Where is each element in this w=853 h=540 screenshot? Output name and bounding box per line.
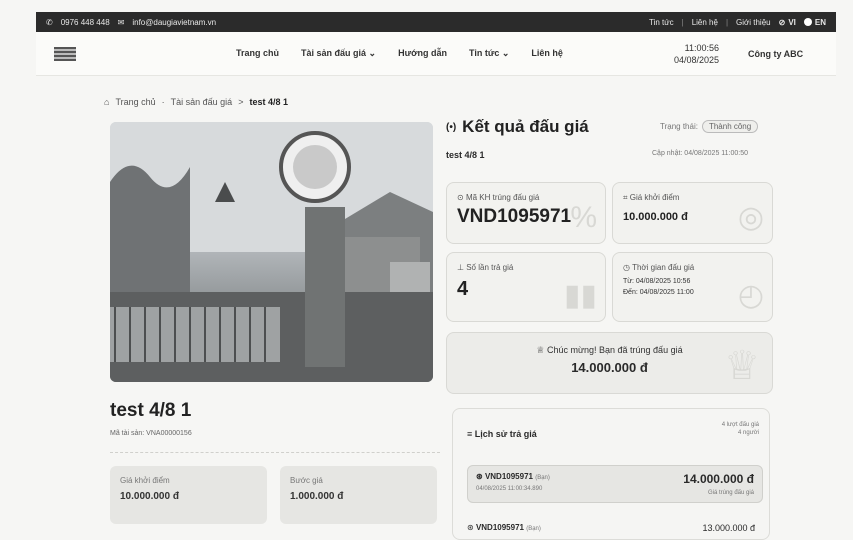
divider: [110, 452, 440, 453]
email-link[interactable]: info@daugiavietnam.vn: [132, 18, 216, 27]
divider: |: [725, 17, 729, 27]
bid-history-meta: 4 lượt đấu giá 4 người: [721, 422, 759, 436]
step-price-value: 1.000.000 đ: [290, 491, 344, 502]
home-icon: ⌂: [104, 97, 110, 107]
result-subtitle: test 4/8 1: [446, 150, 485, 160]
menu-guide[interactable]: Hướng dẫn: [398, 48, 447, 59]
start-price-result-card: ⌗ Giá khởi điểm 10.000.000 đ ◎: [612, 182, 773, 244]
bid-count-card: ⊥ Số lần trả giá 4 ▮▮: [446, 252, 606, 322]
menu-contact[interactable]: Liên hệ: [531, 48, 563, 59]
breadcrumb-home[interactable]: Trang chủ: [115, 97, 155, 107]
lang-en-button[interactable]: EN: [803, 18, 826, 27]
asset-code: Mã tài sản: VNA00000156: [110, 430, 192, 437]
bid-amount: 14.000.000 đ: [683, 472, 754, 486]
asset-title: test 4/8 1: [110, 400, 192, 421]
start-price-value: 10.000.000 đ: [120, 491, 179, 502]
menu-news[interactable]: Tin tức ⌄: [469, 48, 509, 59]
globe-icon: ⊘: [778, 17, 786, 27]
toplink-news[interactable]: Tin tức: [649, 18, 674, 27]
divider: |: [681, 17, 684, 27]
result-updated: Cập nhật: 04/08/2025 11:00:50: [652, 150, 749, 157]
coins-icon: ◎: [737, 201, 764, 234]
id-icon: ⊙: [457, 193, 466, 202]
user-icon: ⊛: [467, 523, 476, 532]
flag-icon: [803, 18, 812, 26]
broadcast-icon: (•): [446, 121, 457, 133]
winner-code-card: ⊙ Mã KH trúng đấu giá VND1095971 %: [446, 182, 606, 244]
step-price-label: Bước giá: [290, 476, 323, 485]
lang-vi-button[interactable]: ⊘ VI: [779, 18, 796, 27]
bid-history-panel: ≡ Lịch sử trả giá 4 lượt đấu giá 4 người…: [452, 408, 770, 540]
tag-icon: ⌗: [623, 193, 630, 202]
top-info-bar: ✆ 0976 448 448 ✉ info@daugiavietnam.vn T…: [36, 12, 836, 32]
start-price-label: Giá khởi điểm: [120, 476, 170, 485]
bar-chart-icon: ▮▮: [563, 279, 597, 312]
breadcrumb-assets[interactable]: Tài sản đấu giá: [171, 97, 233, 107]
breadcrumb-separator: >: [238, 97, 244, 107]
breadcrumb-current: test 4/8 1: [249, 97, 288, 107]
status-badge: Thành công: [701, 120, 759, 133]
server-clock: 11:00:56 04/08/2025: [674, 42, 720, 65]
percent-icon: %: [570, 201, 597, 234]
phone-icon: ✆: [46, 17, 53, 27]
clock-icon: ◷: [623, 263, 633, 272]
main-menu: Trang chủ Tài sản đấu giá ⌄ Hướng dẫn Ti…: [236, 48, 563, 59]
breadcrumb: ⌂ Trang chủ · Tài sản đấu giá > test 4/8…: [104, 97, 288, 107]
menu-assets[interactable]: Tài sản đấu giá ⌄: [301, 48, 376, 59]
bid-note: Giá trúng đấu giá: [707, 490, 754, 496]
account-company[interactable]: Công ty ABC: [748, 49, 803, 59]
stopwatch-icon: ◴: [737, 279, 764, 312]
main-navbar: Trang chủ Tài sản đấu giá ⌄ Hướng dẫn Ti…: [36, 32, 836, 76]
hammer-icon: ⊥: [457, 263, 467, 272]
bid-amount: 13.000.000 đ: [702, 523, 755, 533]
step-price-card: Bước giá 1.000.000 đ: [280, 466, 437, 524]
asset-photo[interactable]: [110, 122, 433, 382]
user-icon: ⊛: [476, 472, 485, 481]
site-logo[interactable]: [54, 46, 76, 61]
bid-row: ⊛ VND1095971 (Bạn) 13.000.000 đ: [467, 523, 755, 533]
list-icon: ≡: [467, 429, 475, 439]
toplink-about[interactable]: Giới thiệu: [736, 18, 771, 27]
breadcrumb-separator: ·: [161, 97, 165, 107]
start-price-card: Giá khởi điểm 10.000.000 đ: [110, 466, 267, 524]
bid-row: ⊛ VND1095971 (Bạn) 04/08/2025 11:00:34.8…: [467, 465, 763, 503]
email-icon: ✉: [117, 17, 125, 27]
result-heading: (•) Kết quả đấu giá: [446, 117, 589, 136]
menu-home[interactable]: Trang chủ: [236, 48, 279, 59]
trophy-watermark-icon: ♕: [724, 344, 760, 388]
auction-time-card: ◷ Thời gian đấu giá Từ: 04/08/2025 10:56…: [612, 252, 773, 322]
trophy-icon: ♕: [536, 345, 547, 355]
result-status: Trạng thái: Thành công: [660, 120, 759, 133]
winner-banner: ♕ Chúc mừng! Bạn đã trúng đấu giá 14.000…: [446, 332, 773, 394]
phone-link[interactable]: 0976 448 448: [61, 18, 110, 27]
asset-photo-illustration: [110, 122, 433, 382]
toplink-contact[interactable]: Liên hệ: [692, 18, 718, 27]
